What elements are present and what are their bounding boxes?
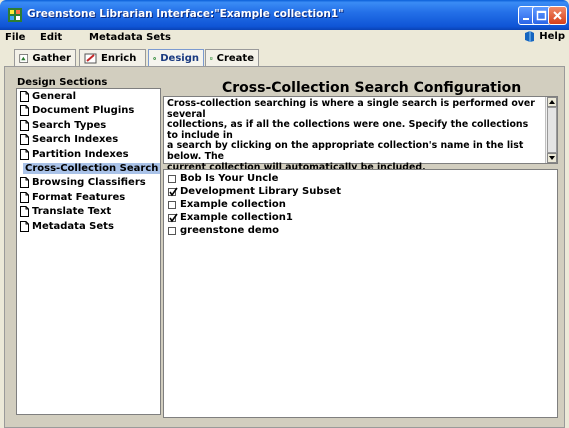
section-item-label: Translate Text (32, 206, 112, 218)
close-button[interactable] (548, 6, 567, 25)
document-icon (20, 220, 29, 232)
section-item-label: Metadata Sets (32, 220, 114, 232)
config-title: Cross-Collection Search Configuration (222, 80, 522, 96)
close-icon (553, 11, 562, 20)
arrow-down-icon (549, 156, 555, 160)
collection-checkbox[interactable] (168, 213, 178, 222)
tab-gather-label: Gather (32, 53, 71, 64)
section-item-document-plugins[interactable]: Document Plugins (17, 104, 160, 117)
checkmark-icon (169, 187, 178, 196)
scroll-down-button[interactable] (547, 153, 557, 163)
document-icon (20, 191, 29, 203)
description-line: Cross-collection searching is where a si… (167, 98, 535, 120)
document-icon (20, 119, 29, 131)
section-item-format-features[interactable]: Format Features (17, 191, 160, 204)
collection-checkbox[interactable] (168, 174, 176, 183)
tab-enrich-label: Enrich (101, 53, 137, 64)
description-line: a search by clicking on the appropriate … (167, 140, 524, 162)
document-icon (20, 134, 29, 146)
maximize-icon (536, 10, 547, 21)
tab-design-label: Design (160, 53, 199, 64)
collection-list[interactable]: Bob Is Your Uncle Development Library Sub… (163, 169, 558, 418)
document-icon (20, 148, 29, 160)
tab-create[interactable]: Create (205, 49, 259, 67)
description-line: collections, as if all the collections w… (167, 119, 529, 141)
description-scrollbar[interactable] (545, 97, 557, 163)
help-button[interactable]: Help (524, 31, 565, 42)
arrow-up-icon (549, 100, 555, 104)
section-item-metadata-sets[interactable]: Metadata Sets (17, 220, 160, 233)
collection-checkbox[interactable] (168, 226, 176, 235)
section-item-label: Partition Indexes (32, 148, 129, 160)
collection-checkbox-row[interactable]: greenstone demo (168, 224, 279, 237)
collection-checkbox-row[interactable]: Development Library Subset (168, 185, 341, 198)
tab-bar: Gather Enrich Design Create (0, 47, 569, 67)
collection-name: Bob Is Your Uncle (180, 173, 279, 184)
section-item-label: Search Indexes (32, 134, 119, 146)
collection-name: Example collection1 (180, 212, 293, 223)
menu-metadata-sets[interactable]: Metadata Sets (89, 32, 171, 43)
section-item-general[interactable]: General (17, 90, 160, 103)
collection-name: greenstone demo (180, 225, 279, 236)
design-icon (153, 57, 156, 60)
document-icon (20, 105, 29, 117)
collection-checkbox-row[interactable]: Example collection1 (168, 211, 293, 224)
description-textarea[interactable]: Cross-collection searching is where a si… (163, 96, 558, 215)
collection-name: Development Library Subset (180, 186, 341, 197)
collection-checkbox-row[interactable]: Example collection (168, 198, 286, 211)
section-item-label: Browsing Classifiers (32, 177, 146, 189)
section-item-cross-collection-search[interactable]: Cross-Collection Search (17, 162, 161, 175)
collection-name: Example collection (180, 199, 286, 210)
tab-create-label: Create (216, 53, 254, 64)
section-item-partition-indexes[interactable]: Partition Indexes (17, 148, 160, 161)
section-item-browsing-classifiers[interactable]: Browsing Classifiers (17, 176, 160, 189)
design-sections-list[interactable]: General Document Plugins Search Types Searc… (16, 88, 161, 415)
section-item-label: Document Plugins (32, 105, 135, 117)
document-icon (20, 91, 29, 102)
checkmark-icon (169, 213, 178, 222)
section-item-label: Search Types (32, 119, 107, 131)
document-icon (20, 206, 29, 218)
menu-bar: File Edit Metadata Sets Help (0, 30, 569, 47)
section-item-label: Format Features (32, 191, 126, 203)
tab-design[interactable]: Design (148, 49, 204, 67)
gather-icon (19, 54, 29, 63)
menu-edit[interactable]: Edit (40, 32, 62, 43)
window-title: Greenstone Librarian Interface:"Example … (27, 8, 344, 20)
tab-gather[interactable]: Gather (14, 49, 76, 67)
collection-checkbox[interactable] (168, 200, 176, 209)
scroll-thumb[interactable] (547, 107, 557, 153)
design-sections-heading: Design Sections (17, 77, 108, 88)
collection-checkbox[interactable] (168, 187, 178, 196)
collection-checkbox-row[interactable]: Bob Is Your Uncle (168, 172, 278, 185)
document-icon (20, 177, 29, 189)
section-item-label: Cross-Collection Search (23, 163, 161, 174)
title-bar[interactable]: Greenstone Librarian Interface:"Example … (0, 0, 569, 30)
section-item-search-indexes[interactable]: Search Indexes (17, 133, 160, 146)
create-icon (210, 57, 213, 60)
help-label: Help (539, 31, 565, 42)
scroll-up-button[interactable] (547, 97, 557, 107)
section-item-search-types[interactable]: Search Types (17, 119, 160, 132)
menu-file[interactable]: File (5, 32, 25, 43)
enrich-icon (84, 53, 97, 64)
tab-enrich[interactable]: Enrich (79, 49, 146, 67)
help-book-icon (525, 31, 535, 42)
greenstone-app-icon (8, 8, 22, 22)
section-item-translate-text[interactable]: Translate Text (17, 205, 160, 218)
section-item-label: General (32, 91, 76, 102)
